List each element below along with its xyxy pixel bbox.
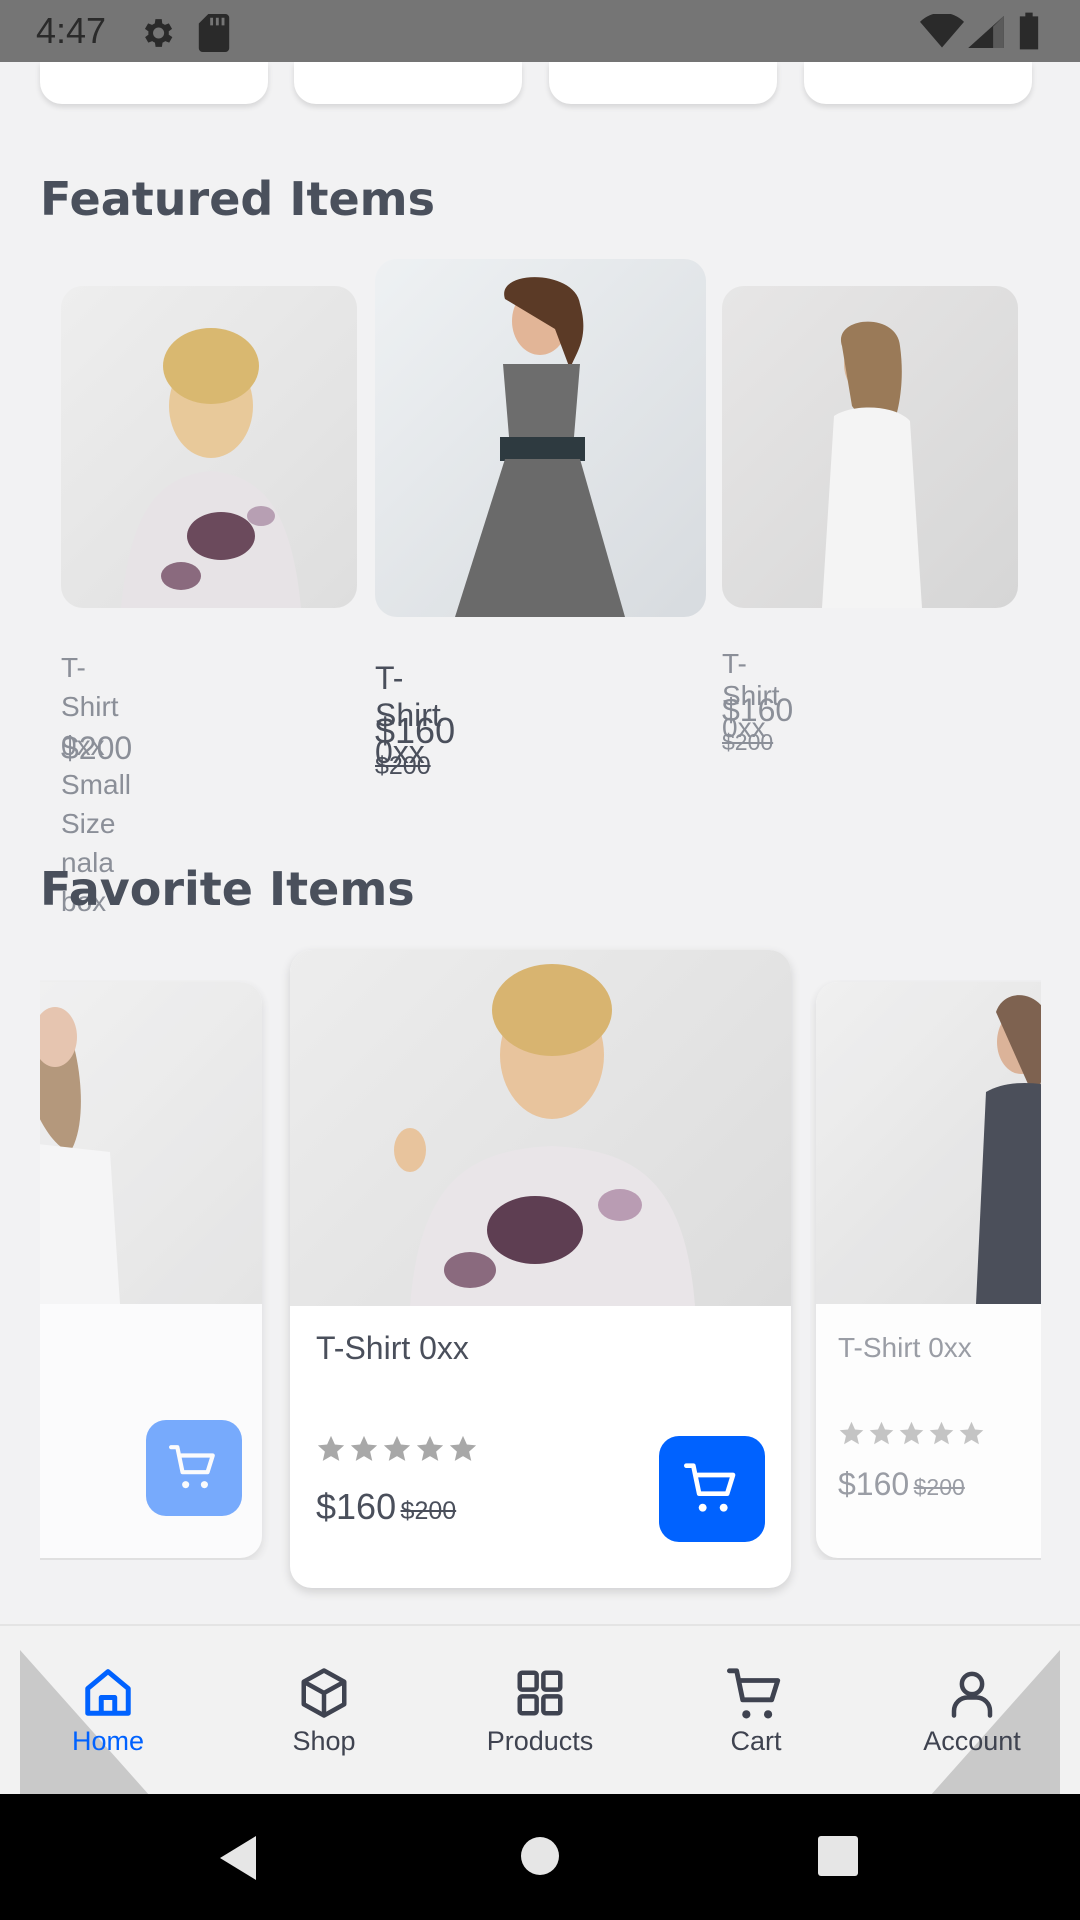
category-card[interactable] <box>294 62 522 104</box>
product-price-row: $160 $200 <box>375 710 455 781</box>
nav-label-account: Account <box>923 1726 1021 1756</box>
product-price: $160 <box>316 1486 397 1527</box>
status-bar: 4:47 <box>0 0 1080 62</box>
nav-item-products[interactable]: Products <box>450 1666 630 1757</box>
favorite-card-clip <box>40 980 270 1560</box>
nav-item-account[interactable]: Account <box>882 1666 1062 1757</box>
category-card[interactable] <box>804 62 1032 104</box>
cart-icon <box>169 1445 215 1489</box>
product-old-price: $200 <box>722 729 774 755</box>
product-name[interactable]: T-Shirt 0xx <box>316 1330 469 1367</box>
product-price: $160 <box>838 1466 910 1502</box>
nav-label-home: Home <box>71 1726 145 1756</box>
star-icon <box>869 1421 894 1445</box>
sd-card-icon <box>198 14 230 52</box>
home-circle-icon[interactable] <box>520 1836 560 1876</box>
cart-icon <box>727 1668 781 1719</box>
product-price-row: $160 $200 <box>838 1466 965 1503</box>
category-card[interactable] <box>549 62 777 104</box>
nav-item-home[interactable]: Home <box>18 1666 198 1757</box>
add-to-cart-button[interactable] <box>659 1436 765 1542</box>
home-icon <box>85 1669 131 1716</box>
star-icon <box>350 1435 378 1461</box>
star-icon <box>899 1421 924 1445</box>
star-icon <box>449 1435 477 1461</box>
product-old-price: $200 <box>375 752 431 780</box>
add-to-cart-button[interactable] <box>146 1420 242 1516</box>
cart-icon <box>684 1463 736 1512</box>
recents-icon[interactable] <box>818 1836 858 1876</box>
battery-icon <box>1019 12 1039 50</box>
star-icon <box>317 1435 345 1461</box>
favorite-card-clip: T-Shirt 0xx $160 $200 <box>810 980 1041 1560</box>
nav-item-shop[interactable]: Shop <box>234 1666 414 1757</box>
product-price-row: $160 $200 <box>722 692 793 756</box>
settings-icon <box>144 19 173 47</box>
star-icon <box>929 1421 954 1445</box>
star-icon <box>959 1421 984 1445</box>
product-image[interactable] <box>375 259 706 617</box>
product-old-price: $200 <box>400 1497 457 1525</box>
favorite-product-card[interactable]: T-Shirt 0xx $160 $200 <box>816 982 1041 1558</box>
wifi-icon <box>920 14 964 48</box>
product-name[interactable]: T-Shirt 0xx <box>838 1332 972 1364</box>
product-price: $160 <box>722 692 794 728</box>
signal-icon <box>968 16 1004 48</box>
nav-label-shop: Shop <box>292 1726 356 1756</box>
rating-stars <box>838 1420 988 1447</box>
product-price-row: $160 $200 <box>316 1486 456 1528</box>
product-image[interactable] <box>40 982 262 1304</box>
star-icon <box>383 1435 411 1461</box>
product-price: $160 <box>375 710 456 751</box>
nav-label-products: Products <box>486 1726 594 1756</box>
product-old-price: $200 <box>913 1474 965 1500</box>
nav-label-cart: Cart <box>730 1726 782 1756</box>
back-icon[interactable] <box>216 1834 260 1882</box>
favorite-product-card[interactable]: T-Shirt 0xx $160 $200 <box>290 950 791 1588</box>
favorite-product-card[interactable] <box>40 982 262 1558</box>
system-navigation-bar <box>0 1794 1080 1920</box>
box-icon <box>301 1668 347 1718</box>
star-icon <box>416 1435 444 1461</box>
category-card[interactable] <box>40 62 268 104</box>
star-icon <box>839 1421 864 1445</box>
grid-icon <box>517 1670 563 1716</box>
product-image[interactable] <box>722 286 1018 608</box>
user-icon <box>951 1671 993 1718</box>
product-image[interactable] <box>816 982 1041 1304</box>
status-time: 4:47 <box>36 10 107 51</box>
featured-items-title: Featured Items <box>40 172 435 226</box>
product-price: $200 <box>61 730 133 766</box>
nav-item-cart[interactable]: Cart <box>666 1666 846 1757</box>
favorite-items-title: Favorite Items <box>40 862 415 916</box>
rating-stars <box>316 1434 481 1464</box>
bottom-navigation: Home Shop Products Cart Account <box>0 1624 1080 1796</box>
product-image[interactable] <box>61 286 357 608</box>
product-image[interactable] <box>290 950 791 1306</box>
